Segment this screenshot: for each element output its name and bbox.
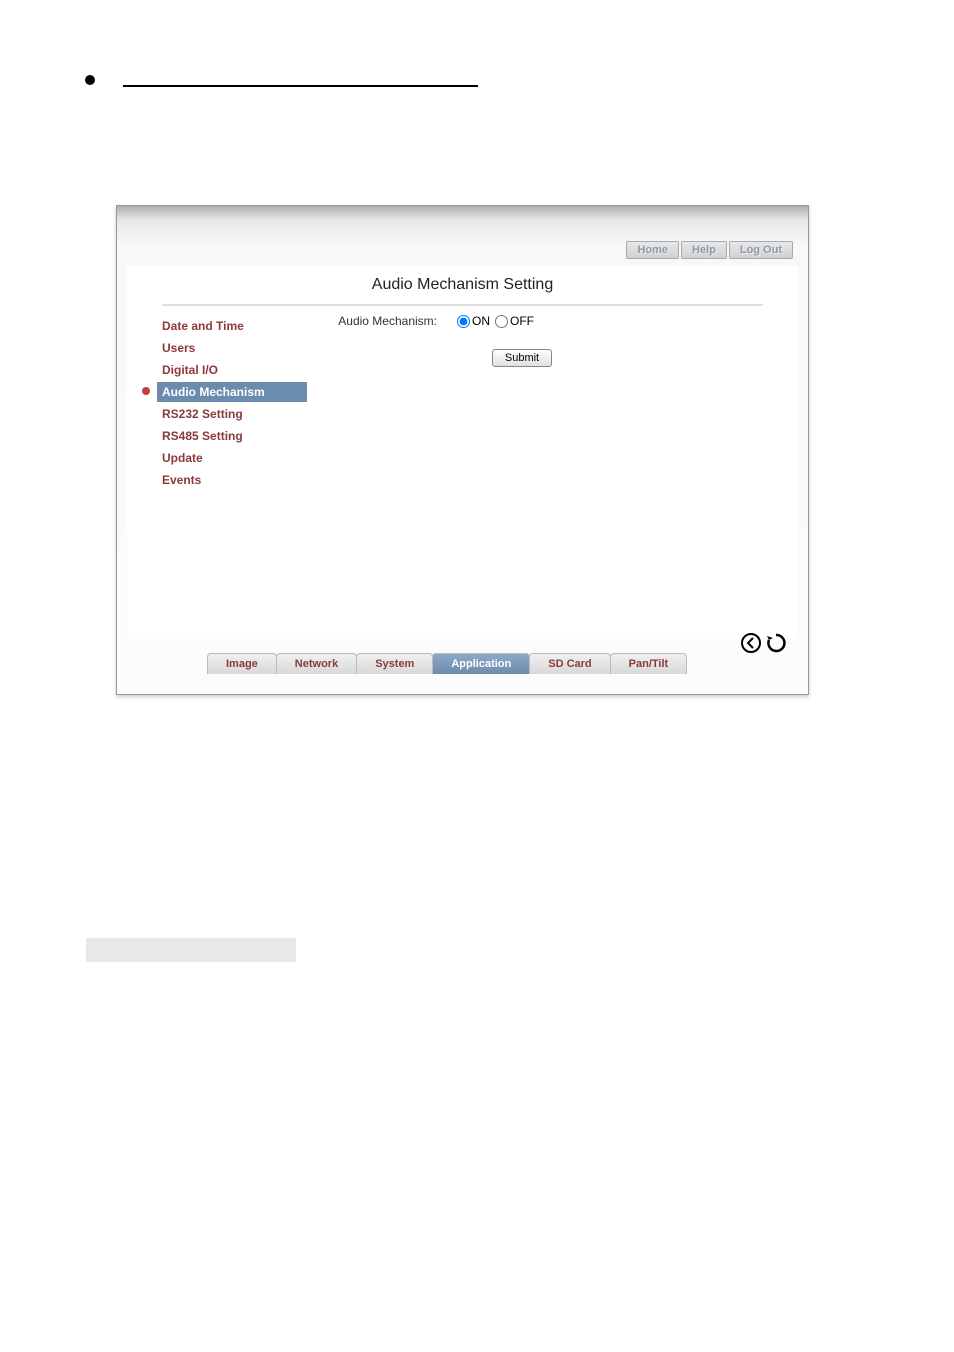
back-icon[interactable] [738,632,763,654]
sidebar-item-audio-mechanism[interactable]: Audio Mechanism [157,382,307,402]
radio-group: ON OFF [457,314,534,328]
sidebar-item-rs485[interactable]: RS485 Setting [157,426,307,446]
radio-on-option[interactable]: ON [457,314,490,328]
top-link-bar: Home Help Log Out [626,241,793,259]
content-area: Audio Mechanism Setting Date and Time Us… [127,266,798,639]
sidebar-item-rs232[interactable]: RS232 Setting [157,404,307,424]
underline-rule [123,85,478,87]
bullet-marker [85,75,95,85]
sidebar: Date and Time Users Digital I/O Audio Me… [157,316,307,492]
tab-system[interactable]: System [356,653,433,674]
gray-bar [86,938,296,962]
audio-mechanism-label: Audio Mechanism: [327,314,457,328]
radio-on-label: ON [472,314,490,328]
refresh-icon[interactable] [763,632,788,654]
sidebar-item-users[interactable]: Users [157,338,307,358]
sidebar-item-update[interactable]: Update [157,448,307,468]
radio-off-input[interactable] [495,315,508,328]
sidebar-item-digital-io[interactable]: Digital I/O [157,360,307,380]
sidebar-item-date-time[interactable]: Date and Time [157,316,307,336]
radio-on-input[interactable] [457,315,470,328]
bottom-tabs: Image Network System Application SD Card… [207,653,686,674]
tab-image[interactable]: Image [207,653,277,674]
page-title: Audio Mechanism Setting [162,266,763,306]
logout-link[interactable]: Log Out [729,241,793,259]
form-area: Audio Mechanism: ON OFF Submit [327,314,627,367]
tab-sd-card[interactable]: SD Card [529,653,610,674]
tab-pan-tilt[interactable]: Pan/Tilt [610,653,688,674]
home-link[interactable]: Home [626,241,679,259]
submit-button[interactable]: Submit [492,349,552,367]
audio-mechanism-row: Audio Mechanism: ON OFF [327,314,627,328]
sidebar-item-events[interactable]: Events [157,470,307,490]
settings-window: Home Help Log Out Audio Mechanism Settin… [116,205,809,695]
submit-row: Submit [327,348,627,367]
tab-application[interactable]: Application [432,653,530,674]
help-link[interactable]: Help [681,241,727,259]
corner-icons [738,632,788,654]
radio-off-label: OFF [510,314,534,328]
radio-off-option[interactable]: OFF [495,314,534,328]
tab-network[interactable]: Network [276,653,357,674]
